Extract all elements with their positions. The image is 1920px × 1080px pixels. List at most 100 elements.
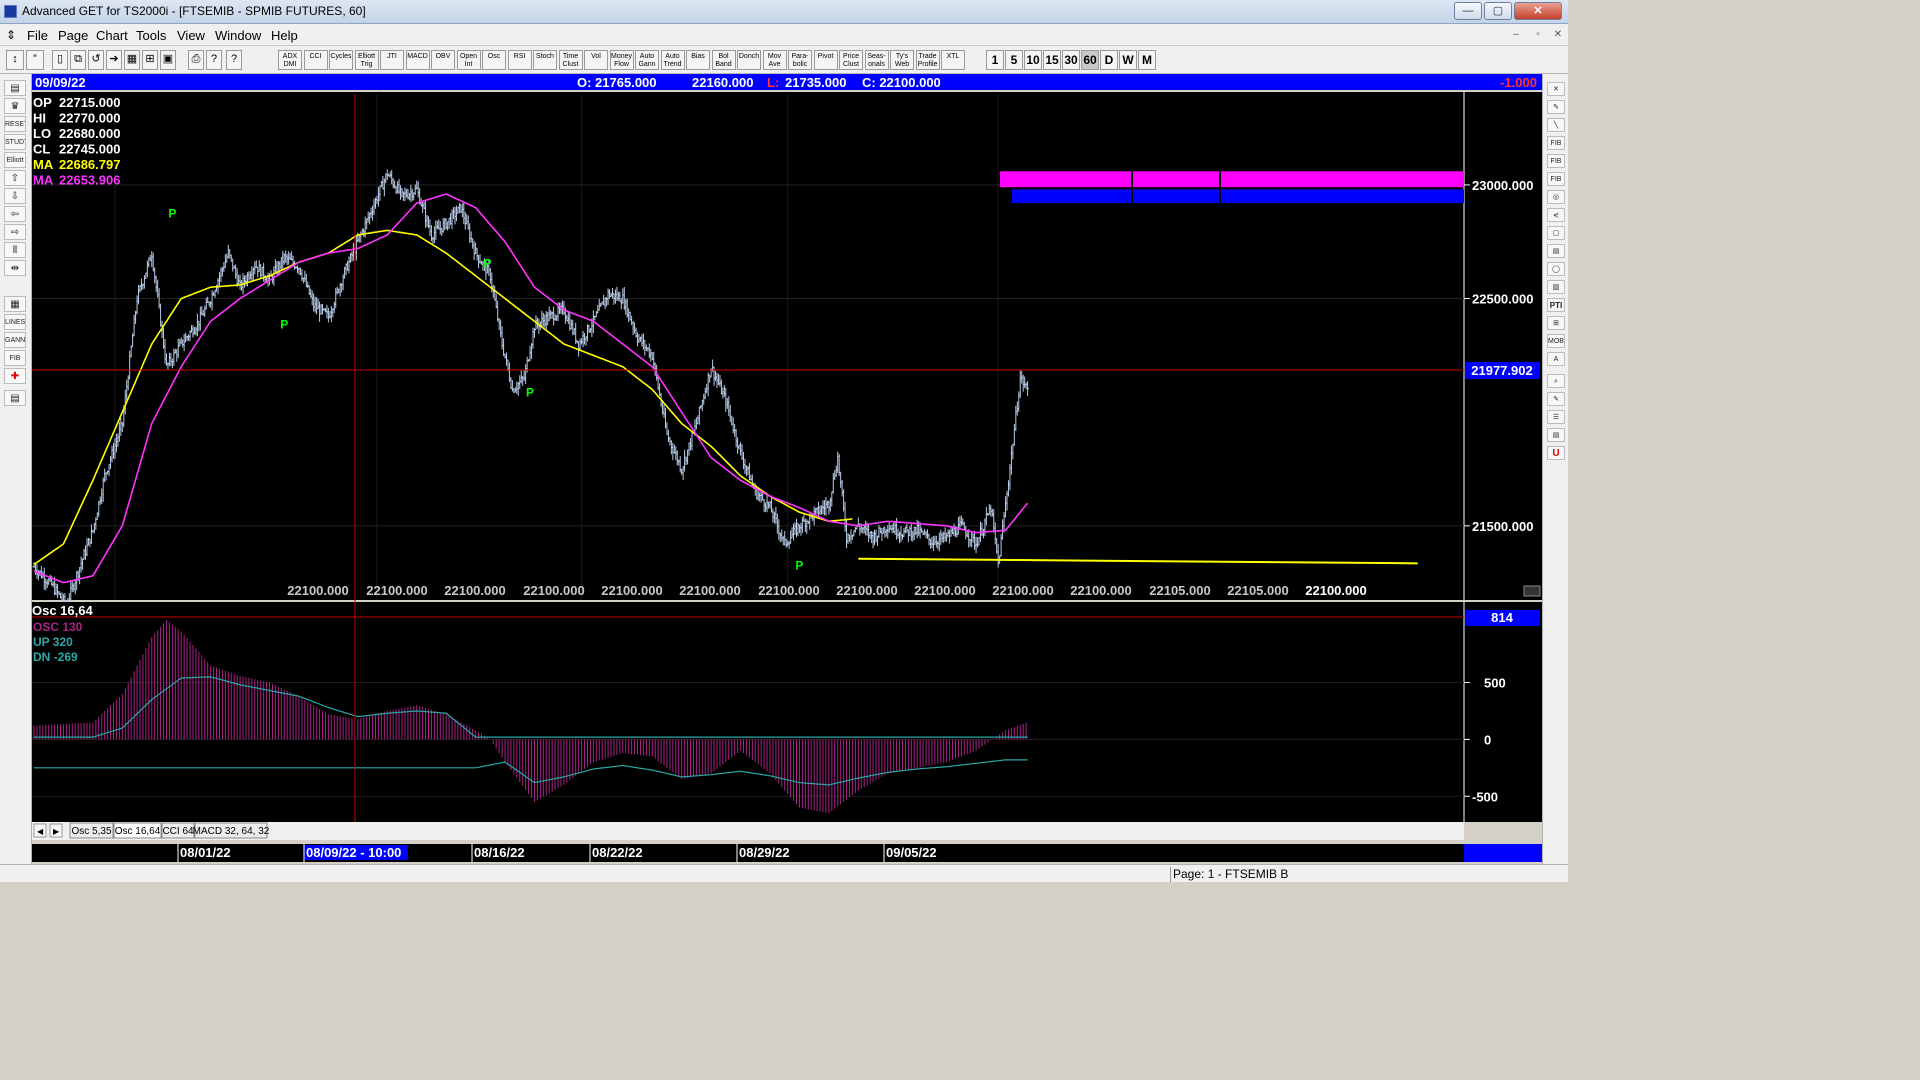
- fan-icon[interactable]: ⋞: [1547, 208, 1565, 222]
- study-button-donch[interactable]: Donch: [737, 50, 761, 70]
- bar-spacing-icon[interactable]: ⫴: [4, 242, 26, 258]
- interval-button-30[interactable]: 30: [1062, 50, 1080, 70]
- study-button-jti[interactable]: JTI: [380, 50, 404, 70]
- grid-icon[interactable]: ⊞: [142, 50, 158, 70]
- interval-button-1[interactable]: 1: [986, 50, 1004, 70]
- study-button-cycles[interactable]: Cycles: [329, 50, 353, 70]
- lines-icon[interactable]: LINES: [4, 314, 26, 330]
- study-button-bias[interactable]: Bias: [686, 50, 710, 70]
- study-button-auto-trend[interactable]: Auto Trend: [660, 50, 685, 70]
- mdi-close-icon[interactable]: ✕: [1550, 28, 1566, 42]
- magnifier-icon[interactable]: ⌕: [1547, 374, 1565, 388]
- study-button-vol[interactable]: Vol: [584, 50, 608, 70]
- reset-icon[interactable]: RESET: [4, 116, 26, 132]
- elliott-icon[interactable]: Elliott: [4, 152, 26, 168]
- quote-icon[interactable]: ”: [26, 50, 44, 70]
- fib-icon[interactable]: FIB: [4, 350, 26, 366]
- document-icon[interactable]: ⇕: [6, 28, 16, 42]
- help-icon[interactable]: ?: [226, 50, 242, 70]
- menu-page[interactable]: Page: [58, 28, 88, 43]
- fib-time-icon[interactable]: FIB: [1547, 172, 1565, 186]
- line-tool-icon[interactable]: ╲: [1547, 118, 1565, 132]
- arrow-right-icon[interactable]: ⇨: [4, 224, 26, 240]
- study-button-elliott-trig[interactable]: Elliott Trig: [354, 50, 379, 70]
- study-button-xtl[interactable]: XTL: [941, 50, 965, 70]
- study-button-mov-ave[interactable]: Mov Ave: [762, 50, 787, 70]
- close-button[interactable]: ✕: [1514, 2, 1562, 20]
- menu-view[interactable]: View: [177, 28, 205, 43]
- menu-file[interactable]: File: [27, 28, 48, 43]
- interval-button-d[interactable]: D: [1100, 50, 1118, 70]
- gann-icon[interactable]: GANN: [4, 332, 26, 348]
- copy-icon[interactable]: ⧉: [70, 50, 86, 70]
- study-button-para-bolic[interactable]: Para-bolic: [788, 50, 812, 70]
- study-button-macd[interactable]: MACD: [405, 50, 430, 70]
- interval-button-15[interactable]: 15: [1043, 50, 1061, 70]
- study-button-pivot[interactable]: Pivot: [813, 50, 838, 70]
- refresh-icon[interactable]: ↺: [88, 50, 104, 70]
- price-panel[interactable]: [32, 92, 1464, 600]
- marker-icon[interactable]: ✎: [1547, 392, 1565, 406]
- list-icon[interactable]: ☰: [1547, 410, 1565, 424]
- spiral-icon[interactable]: ◎: [1547, 190, 1565, 204]
- open-icon[interactable]: ▤: [4, 80, 26, 96]
- oscillator-panel[interactable]: [32, 602, 1464, 822]
- interval-button-m[interactable]: M: [1138, 50, 1156, 70]
- study-button-osc[interactable]: Osc: [482, 50, 506, 70]
- menu-tools[interactable]: Tools: [136, 28, 166, 43]
- chart-corner-icon[interactable]: [1523, 585, 1541, 597]
- study-button-rsi[interactable]: RSI: [507, 50, 532, 70]
- zoom-icon[interactable]: ⇹: [4, 260, 26, 276]
- channel-icon[interactable]: ▤: [1547, 244, 1565, 258]
- grid-tool-icon[interactable]: ⊞: [1547, 316, 1565, 330]
- print-icon[interactable]: ⎙: [188, 50, 204, 70]
- undo-icon[interactable]: U: [1547, 446, 1565, 460]
- hint-icon[interactable]: ?: [206, 50, 222, 70]
- table-icon[interactable]: ▦: [4, 296, 26, 312]
- study-button-adx-dmi[interactable]: ADX DMI: [278, 50, 302, 70]
- box-icon[interactable]: ▢: [1547, 226, 1565, 240]
- study-button-auto-gann[interactable]: Auto Gann: [635, 50, 659, 70]
- menu-chart[interactable]: Chart: [96, 28, 128, 43]
- maximize-button[interactable]: ▢: [1484, 2, 1512, 20]
- notes-icon[interactable]: ▤: [1547, 428, 1565, 442]
- study-button-stoch[interactable]: Stoch: [533, 50, 557, 70]
- mdi-restore-icon[interactable]: ▫: [1530, 28, 1546, 42]
- arrow-left-icon[interactable]: ⇦: [4, 206, 26, 222]
- pti-icon[interactable]: PTI: [1547, 298, 1565, 312]
- clipboard-icon[interactable]: ▤: [4, 390, 26, 406]
- pencil-icon[interactable]: ✎: [1547, 100, 1565, 114]
- study-icon[interactable]: STUDY: [4, 134, 26, 150]
- study-button-seas-onals[interactable]: Seas-onals: [864, 50, 889, 70]
- forward-icon[interactable]: ➔: [106, 50, 122, 70]
- interval-button-5[interactable]: 5: [1005, 50, 1023, 70]
- arrow-up-icon[interactable]: ⇧: [4, 170, 26, 186]
- layout-icon[interactable]: ▦: [124, 50, 140, 70]
- text-tool-icon[interactable]: A: [1547, 352, 1565, 366]
- mob-icon[interactable]: MOB: [1547, 334, 1565, 348]
- study-button-cci[interactable]: CCI: [303, 50, 328, 70]
- study-button-price-clust[interactable]: Price Clust: [839, 50, 863, 70]
- fib-ext-icon[interactable]: FIB: [1547, 154, 1565, 168]
- crown-icon[interactable]: ♛: [4, 98, 26, 114]
- close-tool-icon[interactable]: ✕: [1547, 82, 1565, 96]
- study-button-trade-profile[interactable]: Trade Profile: [915, 50, 940, 70]
- chart-area[interactable]: 09/09/22 O: 21765.000 22160.000 L: 21735…: [32, 74, 1542, 864]
- study-button-ty-s-web[interactable]: Ty's Web: [890, 50, 914, 70]
- new-icon[interactable]: ▯: [52, 50, 68, 70]
- mdi-minimize-icon[interactable]: –: [1508, 28, 1524, 42]
- projection-box-blue[interactable]: [1012, 189, 1464, 204]
- ellipse-icon[interactable]: ◯: [1547, 262, 1565, 276]
- pointer-icon[interactable]: ↕: [6, 50, 24, 70]
- interval-button-10[interactable]: 10: [1024, 50, 1042, 70]
- ruler-icon[interactable]: ▨: [1547, 280, 1565, 294]
- study-button-time-clust[interactable]: Time Clust: [558, 50, 583, 70]
- fib-ret-icon[interactable]: FIB: [1547, 136, 1565, 150]
- tile-icon[interactable]: ▣: [160, 50, 176, 70]
- interval-button-w[interactable]: W: [1119, 50, 1137, 70]
- study-button-open-int[interactable]: Open Int: [456, 50, 481, 70]
- study-button-obv[interactable]: OBV: [431, 50, 455, 70]
- study-button-bol-band[interactable]: Bol Band: [711, 50, 736, 70]
- study-button-money-flow[interactable]: Money Flow: [609, 50, 634, 70]
- crosshair-icon[interactable]: ✚: [4, 368, 26, 384]
